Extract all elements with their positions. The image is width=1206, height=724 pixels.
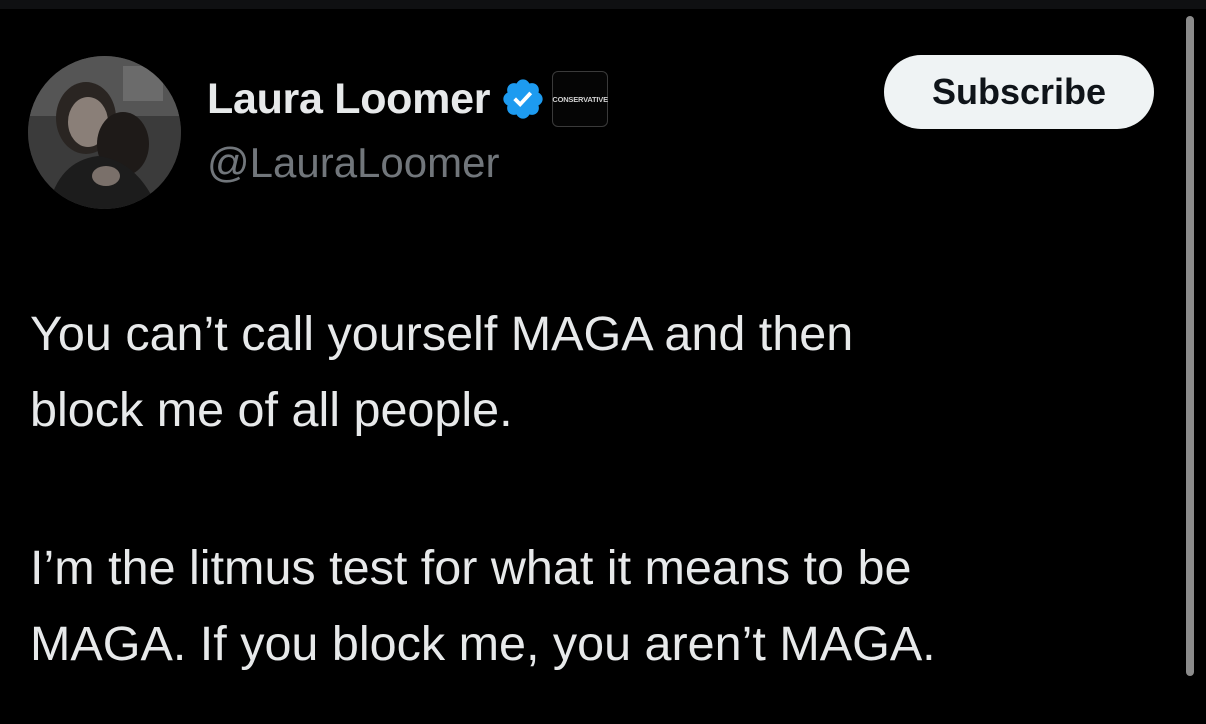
- verified-badge-icon[interactable]: [500, 76, 546, 122]
- affiliate-badge-label: CONSERVATIVE: [552, 94, 608, 104]
- avatar[interactable]: [28, 56, 181, 209]
- tweet-text-line: block me of all people.: [30, 383, 513, 437]
- subscribe-button[interactable]: Subscribe: [884, 55, 1154, 129]
- author-name-row: Laura Loomer CONSERVATIVE: [207, 69, 609, 129]
- scrollbar[interactable]: [1186, 16, 1194, 676]
- top-strip: [0, 0, 1206, 9]
- avatar-photo: [28, 56, 181, 209]
- affiliate-badge-icon[interactable]: CONSERVATIVE: [552, 71, 609, 127]
- author-display-name[interactable]: Laura Loomer: [207, 75, 490, 124]
- tweet-text-line: I’m the litmus test for what it means to…: [30, 541, 912, 595]
- author-handle[interactable]: @LauraLoomer: [207, 139, 499, 187]
- tweet-text-line: You can’t call yourself MAGA and then: [30, 307, 854, 361]
- tweet: Laura Loomer CONSERVATIVE @LauraLoomer S…: [0, 9, 1206, 724]
- tweet-text-line: MAGA. If you block me, you aren’t MAGA.: [30, 617, 936, 671]
- tweet-text: You can’t call yourself MAGA and then bl…: [30, 296, 1160, 682]
